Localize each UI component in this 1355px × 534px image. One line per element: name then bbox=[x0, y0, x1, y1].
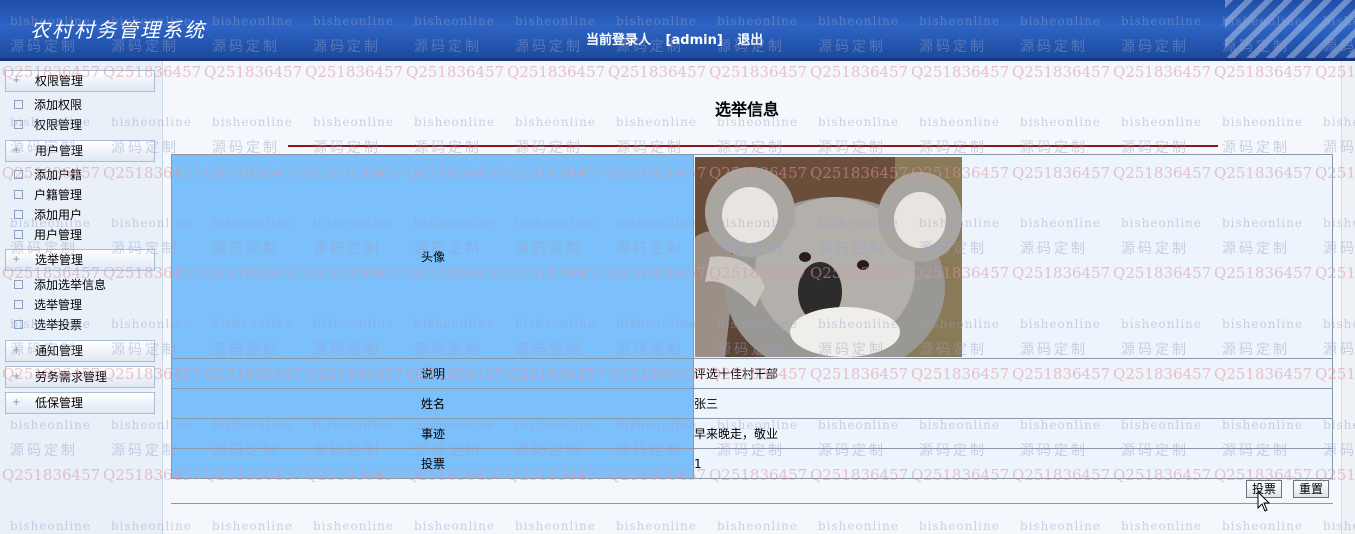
sidebar-group-user[interactable]: + 用户管理 bbox=[5, 140, 155, 162]
action-bar: 投票 重置 bbox=[171, 467, 1333, 504]
sidebar-item-add-election[interactable]: 添加选举信息 bbox=[14, 276, 106, 294]
table-row: 说明 评选十佳村干部 bbox=[171, 358, 1333, 389]
table-row: 姓名 张三 bbox=[171, 388, 1333, 419]
bullet-icon bbox=[14, 100, 23, 109]
login-label: 当前登录人 bbox=[586, 33, 652, 48]
sidebar-group-label: 低保管理 bbox=[35, 396, 84, 410]
sidebar-item-permission-manage[interactable]: 权限管理 bbox=[14, 116, 82, 134]
sidebar-item-add-household[interactable]: 添加户籍 bbox=[14, 166, 82, 184]
sidebar-item-label: 添加用户 bbox=[34, 208, 83, 222]
bullet-icon bbox=[14, 230, 23, 239]
login-status: 当前登录人 [admin] 退出 bbox=[586, 29, 773, 48]
expand-icon: + bbox=[12, 145, 21, 156]
title-divider bbox=[288, 145, 1218, 147]
scrollbar[interactable] bbox=[1341, 61, 1355, 534]
sidebar-item-election-manage[interactable]: 选举管理 bbox=[14, 296, 82, 314]
bullet-icon bbox=[14, 300, 23, 309]
election-detail-table: 头像 说明 评选十佳村干部 姓名 张三 事迹 早来晚走，敬业 投票 1 bbox=[171, 154, 1333, 479]
bullet-icon bbox=[14, 190, 23, 199]
expand-icon: + bbox=[12, 75, 21, 86]
main-panel: 选举信息 头像 说明 评选十佳村干部 姓名 张三 事迹 早来晚走，敬业 投票 1… bbox=[163, 61, 1355, 534]
bullet-icon bbox=[14, 210, 23, 219]
sidebar-group-notice[interactable]: + 通知管理 bbox=[5, 340, 155, 362]
field-label: 头像 bbox=[171, 154, 694, 359]
sidebar-item-label: 户籍管理 bbox=[34, 188, 83, 202]
field-label: 说明 bbox=[171, 358, 694, 389]
sidebar: + 权限管理 添加权限 权限管理 + 用户管理 添加户籍 户籍管理 添加用户 用… bbox=[0, 61, 163, 534]
mouse-cursor-icon bbox=[1257, 491, 1271, 512]
sidebar-item-user-manage[interactable]: 用户管理 bbox=[14, 226, 82, 244]
sidebar-group-permission[interactable]: + 权限管理 bbox=[5, 70, 155, 92]
koala-photo bbox=[695, 156, 962, 357]
sidebar-item-election-vote[interactable]: 选举投票 bbox=[14, 316, 82, 334]
app-title: 农村村务管理系统 bbox=[30, 18, 206, 42]
table-row: 头像 bbox=[171, 154, 1333, 359]
header-decoration bbox=[1225, 0, 1355, 58]
sidebar-group-subsidy[interactable]: + 低保管理 bbox=[5, 392, 155, 414]
sidebar-item-add-permission[interactable]: 添加权限 bbox=[14, 96, 82, 114]
current-user: [admin] bbox=[665, 33, 723, 48]
sidebar-item-label: 用户管理 bbox=[34, 228, 83, 242]
page-title: 选举信息 bbox=[715, 100, 780, 119]
sidebar-item-label: 权限管理 bbox=[34, 118, 83, 132]
expand-icon: + bbox=[12, 345, 21, 356]
bullet-icon bbox=[14, 120, 23, 129]
sidebar-group-label: 权限管理 bbox=[35, 74, 84, 88]
field-value: 张三 bbox=[693, 388, 1333, 419]
sidebar-item-label: 选举管理 bbox=[34, 298, 83, 312]
sidebar-item-add-user[interactable]: 添加用户 bbox=[14, 206, 82, 224]
table-row: 事迹 早来晚走，敬业 bbox=[171, 418, 1333, 449]
logout-link[interactable]: 退出 bbox=[737, 33, 763, 48]
expand-icon: + bbox=[12, 371, 21, 382]
field-value: 早来晚走，敬业 bbox=[693, 418, 1333, 449]
top-header: 农村村务管理系统 当前登录人 [admin] 退出 bbox=[0, 0, 1355, 61]
sidebar-group-labor[interactable]: + 劳务需求管理 bbox=[5, 366, 155, 388]
field-value: 评选十佳村干部 bbox=[693, 358, 1333, 389]
sidebar-item-label: 添加权限 bbox=[34, 98, 83, 112]
field-label: 姓名 bbox=[171, 388, 694, 419]
sidebar-item-household-manage[interactable]: 户籍管理 bbox=[14, 186, 82, 204]
field-label: 事迹 bbox=[171, 418, 694, 449]
expand-icon: + bbox=[12, 397, 21, 408]
sidebar-item-label: 添加选举信息 bbox=[34, 278, 107, 292]
sidebar-group-label: 用户管理 bbox=[35, 144, 84, 158]
sidebar-item-label: 添加户籍 bbox=[34, 168, 83, 182]
bullet-icon bbox=[14, 170, 23, 179]
avatar bbox=[693, 154, 1333, 359]
sidebar-item-label: 选举投票 bbox=[34, 318, 83, 332]
sidebar-group-label: 通知管理 bbox=[35, 344, 84, 358]
sidebar-group-label: 选举管理 bbox=[35, 253, 84, 267]
reset-button[interactable]: 重置 bbox=[1293, 480, 1329, 498]
bullet-icon bbox=[14, 320, 23, 329]
bullet-icon bbox=[14, 280, 23, 289]
sidebar-group-election[interactable]: + 选举管理 bbox=[5, 249, 155, 271]
sidebar-group-label: 劳务需求管理 bbox=[35, 370, 108, 384]
expand-icon: + bbox=[12, 254, 21, 265]
